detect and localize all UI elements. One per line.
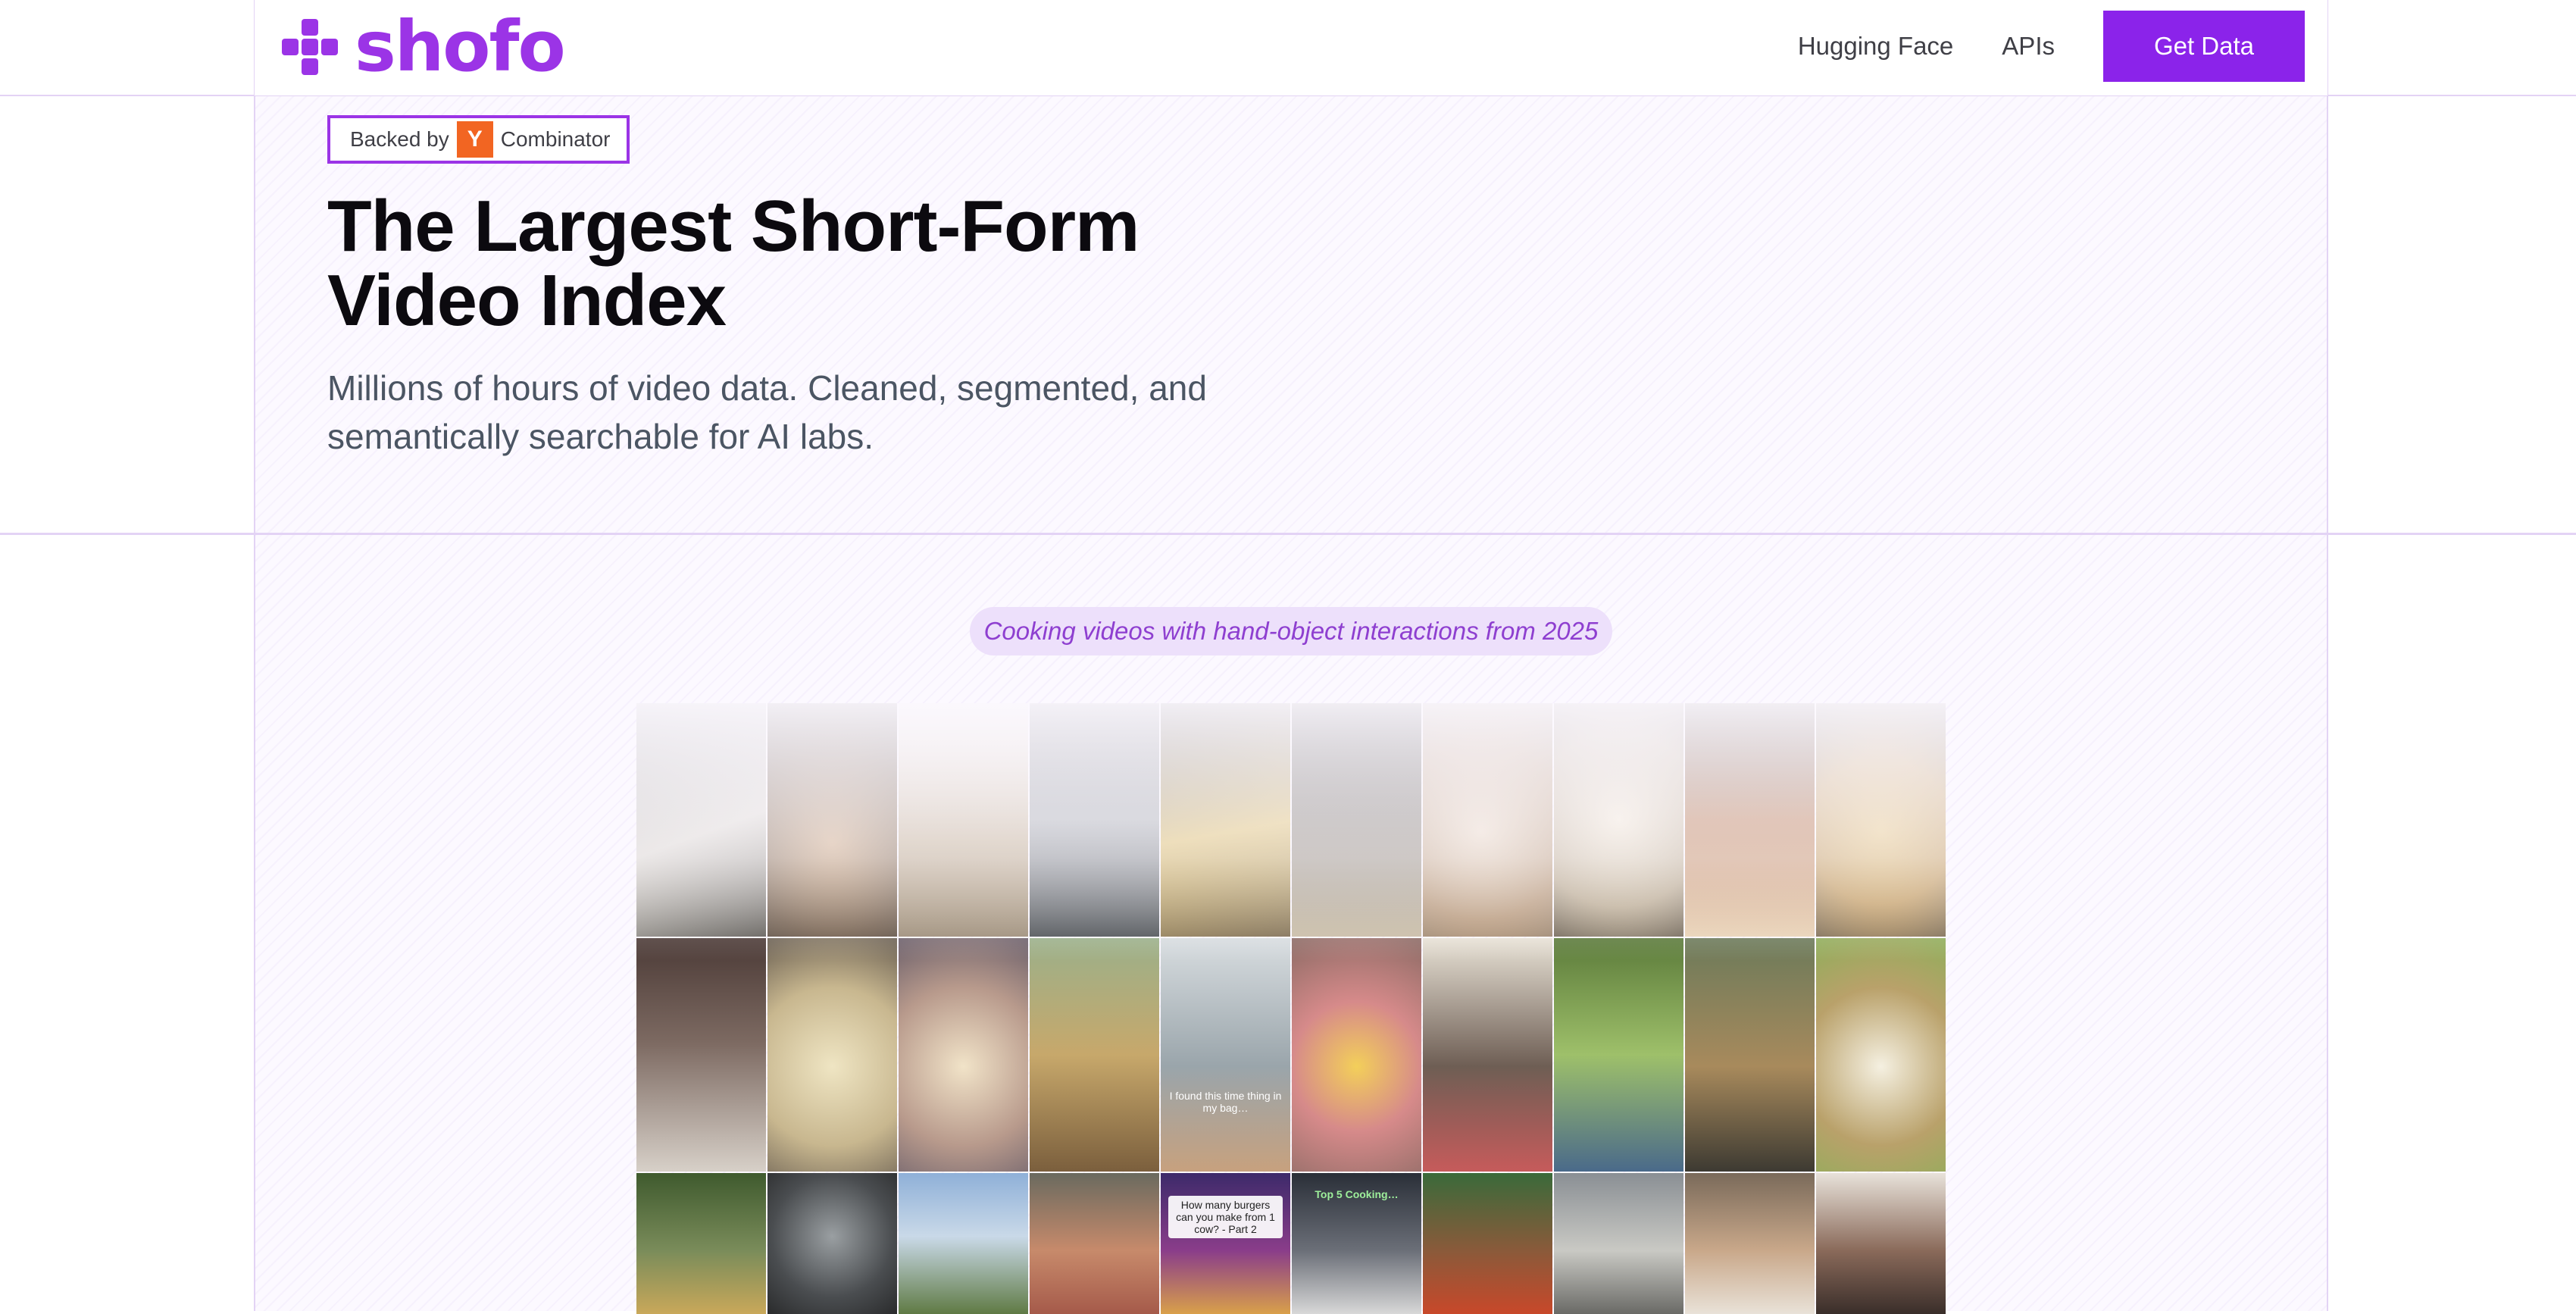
hero-subtitle: Millions of hours of video data. Cleaned… <box>327 364 1388 461</box>
video-thumbnail[interactable] <box>1423 1173 1552 1314</box>
yc-badge[interactable]: Backed by Y Combinator <box>327 115 630 164</box>
video-thumbnail[interactable] <box>1423 703 1552 937</box>
video-thumbnail-grid: I found this time thing in my bag… The ni… <box>636 703 1946 1314</box>
nav-link-apis[interactable]: APIs <box>2002 32 2055 61</box>
video-thumbnail[interactable] <box>1423 938 1552 1172</box>
badge-suffix: Combinator <box>500 127 611 151</box>
brand-name: shofo <box>355 6 566 87</box>
video-thumbnail[interactable] <box>636 938 766 1172</box>
video-thumbnail[interactable] <box>1030 938 1159 1172</box>
site-header: shofo Hugging Face APIs Get Data <box>255 0 2327 95</box>
video-thumbnail[interactable] <box>1554 1173 1683 1314</box>
video-caption: Top 5 Cooking… <box>1315 1188 1399 1200</box>
video-thumbnail[interactable]: I found this time thing in my bag… <box>1161 938 1290 1172</box>
video-thumbnail[interactable] <box>899 703 1028 937</box>
section-divider <box>0 533 2576 535</box>
page-title: The Largest Short-Form Video Index <box>327 186 1140 341</box>
subtitle-line-1: Millions of hours of video data. Cleaned… <box>327 368 1207 408</box>
video-thumbnail[interactable]: Bullet Bullet <box>1816 1173 1946 1314</box>
video-thumbnail[interactable] <box>1554 938 1683 1172</box>
headline-line-2: Video Index <box>327 260 727 341</box>
video-thumbnail[interactable] <box>767 938 897 1172</box>
video-thumbnail[interactable] <box>1816 938 1946 1172</box>
video-thumbnail[interactable] <box>1030 703 1159 937</box>
video-thumbnail[interactable] <box>1030 1173 1159 1314</box>
video-thumbnail[interactable]: The nicest cooking they did this summer <box>767 1173 897 1314</box>
video-thumbnail[interactable] <box>899 938 1028 1172</box>
video-thumbnail[interactable] <box>1685 938 1815 1172</box>
video-thumbnail[interactable] <box>1554 703 1683 937</box>
video-thumbnail[interactable] <box>636 703 766 937</box>
video-thumbnail[interactable] <box>1292 938 1421 1172</box>
video-thumbnail[interactable]: Top 5 Cooking… <box>1292 1173 1421 1314</box>
get-data-button[interactable]: Get Data <box>2103 11 2305 82</box>
video-thumbnail[interactable] <box>1292 703 1421 937</box>
search-query-pill: Cooking videos with hand-object interact… <box>970 607 1612 655</box>
video-caption: I found this time thing in my bag… <box>1169 1090 1282 1114</box>
video-thumbnail[interactable]: How many burgers can you make from 1 cow… <box>1161 1173 1290 1314</box>
frame-line-right <box>2327 0 2328 1311</box>
nav-link-hugging-face[interactable]: Hugging Face <box>1798 32 1953 61</box>
subtitle-line-2: semantically searchable for AI labs. <box>327 417 874 456</box>
brand-logo[interactable]: shofo <box>282 6 566 87</box>
headline-line-1: The Largest Short-Form <box>327 186 1140 267</box>
frame-line-left <box>254 0 255 1311</box>
video-caption: How many burgers can you make from 1 cow… <box>1168 1196 1283 1238</box>
top-nav: Hugging Face APIs Get Data <box>1798 11 2305 82</box>
y-combinator-logo: Y <box>456 121 493 158</box>
video-thumbnail[interactable] <box>1685 1173 1815 1314</box>
badge-prefix: Backed by <box>350 127 449 151</box>
video-thumbnail[interactable] <box>636 1173 766 1314</box>
video-thumbnail[interactable] <box>1161 703 1290 937</box>
video-thumbnail[interactable] <box>1816 703 1946 937</box>
video-thumbnail[interactable] <box>1685 703 1815 937</box>
logo-cross-icon <box>282 19 338 75</box>
video-thumbnail[interactable] <box>767 703 897 937</box>
video-thumbnail[interactable] <box>899 1173 1028 1314</box>
